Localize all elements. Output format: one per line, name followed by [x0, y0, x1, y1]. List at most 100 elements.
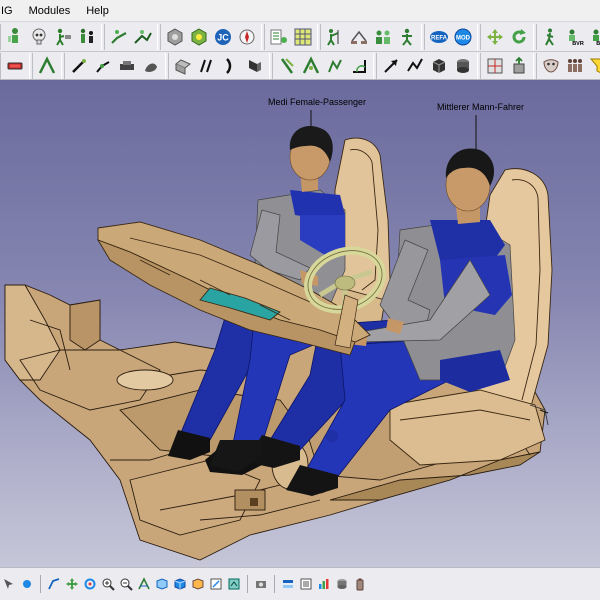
- ergonomics-toolbar: JC REFA MOD BVR BVR: [0, 22, 600, 52]
- fit-all-icon[interactable]: [46, 576, 62, 592]
- shape-icon[interactable]: [140, 55, 162, 77]
- polyline-icon[interactable]: [404, 55, 426, 77]
- toolbar-group: [168, 52, 270, 79]
- measure-icon[interactable]: [280, 576, 296, 592]
- refa-icon[interactable]: REFA: [428, 26, 450, 48]
- solid-icon[interactable]: [244, 55, 266, 77]
- elbow-icon[interactable]: [268, 26, 290, 48]
- sketch-icon[interactable]: [324, 55, 346, 77]
- menu-bar: IG Modules Help: [0, 0, 600, 22]
- jc-icon[interactable]: JC: [212, 26, 234, 48]
- extrude-icon[interactable]: [508, 55, 530, 77]
- sweep-icon[interactable]: [172, 55, 194, 77]
- toolbar-group: [320, 23, 422, 50]
- svg-text:REFA: REFA: [431, 35, 448, 41]
- skull-icon[interactable]: [28, 26, 50, 48]
- battery-icon[interactable]: [352, 576, 368, 592]
- toolbar-group: [0, 52, 30, 79]
- pan-icon[interactable]: [64, 576, 80, 592]
- mask-icon[interactable]: [540, 55, 562, 77]
- menu-item-modules[interactable]: Modules: [21, 0, 79, 22]
- posture-edit-icon[interactable]: [164, 26, 186, 48]
- ergonomics-icon[interactable]: [188, 26, 210, 48]
- menu-item-help[interactable]: Help: [78, 0, 117, 22]
- female-passenger-label: Medi Female-Passenger: [268, 97, 367, 107]
- cube-icon[interactable]: [428, 55, 450, 77]
- scale-icon[interactable]: [348, 26, 370, 48]
- toolbar-group: [264, 23, 318, 50]
- toolbar-group: BVR BVR: [536, 23, 600, 50]
- svg-text:BVR: BVR: [572, 41, 584, 47]
- bvr2-icon[interactable]: BVR: [588, 26, 600, 48]
- normal-view-icon[interactable]: [136, 576, 152, 592]
- grid-calc-icon[interactable]: [292, 26, 314, 48]
- red-tool-icon[interactable]: [4, 55, 26, 77]
- bend-icon[interactable]: [92, 55, 114, 77]
- camera-icon[interactable]: [253, 576, 269, 592]
- hide-show-icon[interactable]: [208, 576, 224, 592]
- reach-envelope-icon[interactable]: [324, 26, 346, 48]
- database-icon[interactable]: [334, 576, 350, 592]
- constraint-icon[interactable]: [116, 55, 138, 77]
- cube-view-icon[interactable]: [172, 576, 188, 592]
- toolbar-group: [0, 23, 102, 50]
- line-icon[interactable]: [36, 55, 58, 77]
- compass-icon[interactable]: [236, 26, 258, 48]
- mdd-icon[interactable]: MOD: [452, 26, 474, 48]
- select-icon[interactable]: [1, 576, 17, 592]
- tube-icon[interactable]: [452, 55, 474, 77]
- people-icon[interactable]: [564, 55, 586, 77]
- fly-icon[interactable]: [19, 576, 35, 592]
- geometry-toolbar: [0, 52, 600, 80]
- iso-view-icon[interactable]: [154, 576, 170, 592]
- shading-icon[interactable]: [190, 576, 206, 592]
- toolbar-group: JC: [160, 23, 262, 50]
- posture-icon[interactable]: [52, 26, 74, 48]
- filter-icon[interactable]: [588, 55, 600, 77]
- line-green-icon[interactable]: [300, 55, 322, 77]
- human-builder-icon[interactable]: [4, 26, 26, 48]
- properties-icon[interactable]: [298, 576, 314, 592]
- group-icon[interactable]: [372, 26, 394, 48]
- toolbar-group: [480, 23, 534, 50]
- bvr-icon[interactable]: BVR: [564, 26, 586, 48]
- rotate-view-icon[interactable]: [82, 576, 98, 592]
- toolbar-group: REFA MOD: [424, 23, 478, 50]
- zoom-in-icon[interactable]: [100, 576, 116, 592]
- car-interior-scene: [4, 110, 553, 561]
- zoom-out-icon[interactable]: [118, 576, 134, 592]
- toolbar-group: [272, 52, 374, 79]
- surface-icon[interactable]: [196, 55, 218, 77]
- arrow-icon[interactable]: [380, 55, 402, 77]
- split-icon[interactable]: [484, 55, 506, 77]
- svg-text:MOD: MOD: [456, 35, 471, 41]
- svg-text:JC: JC: [217, 32, 229, 42]
- angle-icon[interactable]: [348, 55, 370, 77]
- male-driver-label: Mittlerer Mann-Fahrer: [437, 102, 525, 112]
- rotate-icon[interactable]: [508, 26, 530, 48]
- svg-text:BVR: BVR: [596, 41, 600, 47]
- posture-analysis-icon[interactable]: [396, 26, 418, 48]
- toolbar-group: [480, 52, 534, 79]
- bar-chart-icon[interactable]: [316, 576, 332, 592]
- toolbar-group: [376, 52, 478, 79]
- toolbar-group: [104, 23, 158, 50]
- bracket-icon[interactable]: [276, 55, 298, 77]
- move-icon[interactable]: [484, 26, 506, 48]
- toolbar-group: [64, 52, 166, 79]
- walk-icon[interactable]: [540, 26, 562, 48]
- toolbar-separator: [274, 575, 275, 593]
- toolbar-separator: [247, 575, 248, 593]
- toolbar-separator: [40, 575, 41, 593]
- curve-icon[interactable]: [220, 55, 242, 77]
- menu-item-ig[interactable]: IG: [0, 0, 21, 22]
- swap-icon[interactable]: [226, 576, 242, 592]
- toolbar-group: [32, 52, 62, 79]
- 3d-viewport[interactable]: Medi Female-Passenger Mittlerer Mann-Fah…: [0, 80, 600, 567]
- pencil-icon[interactable]: [68, 55, 90, 77]
- manikin-vision-icon[interactable]: [132, 26, 154, 48]
- toolbar-group: [536, 52, 600, 79]
- seat-reference-icon[interactable]: [108, 26, 130, 48]
- view-toolbar: [0, 567, 600, 600]
- family-icon[interactable]: [76, 26, 98, 48]
